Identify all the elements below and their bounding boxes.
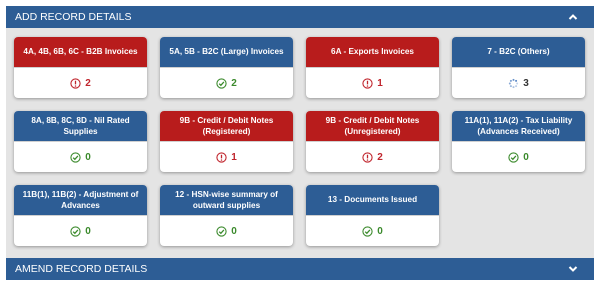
error-icon xyxy=(70,77,81,89)
tile-count: 2 xyxy=(377,151,383,163)
chevron-up-icon[interactable] xyxy=(566,6,580,28)
check-circle-icon xyxy=(70,225,81,237)
tile-count: 0 xyxy=(377,225,383,237)
error-icon xyxy=(362,151,373,163)
section-tile[interactable]: 11A(1), 11A(2) - Tax Liability (Advances… xyxy=(452,111,585,172)
tile-count: 0 xyxy=(85,151,91,163)
tile-count: 3 xyxy=(523,77,529,89)
tile-title: 7 - B2C (Others) xyxy=(452,37,585,67)
tile-title: 12 - HSN-wise summary of outward supplie… xyxy=(160,185,293,215)
check-circle-icon xyxy=(508,151,519,163)
tile-title: 4A, 4B, 6B, 6C - B2B Invoices xyxy=(14,37,147,67)
tile-status: 2 xyxy=(306,141,439,172)
tile-count: 1 xyxy=(231,151,237,163)
tile-title: 11A(1), 11A(2) - Tax Liability (Advances… xyxy=(452,111,585,141)
section-tile[interactable]: 11B(1), 11B(2) - Adjustment of Advances 0 xyxy=(14,185,147,246)
tile-status: 2 xyxy=(160,67,293,98)
amend-record-details-header[interactable]: AMEND RECORD DETAILS xyxy=(6,258,594,280)
check-circle-icon xyxy=(216,225,227,237)
tile-title: 6A - Exports Invoices xyxy=(306,37,439,67)
add-record-details-title: ADD RECORD DETAILS xyxy=(15,11,132,23)
add-record-details-header[interactable]: ADD RECORD DETAILS xyxy=(6,6,594,28)
tile-count: 2 xyxy=(231,77,237,89)
tile-status: 0 xyxy=(14,215,147,246)
processing-icon xyxy=(508,78,519,89)
section-tile[interactable]: 8A, 8B, 8C, 8D - Nil Rated Supplies 0 xyxy=(14,111,147,172)
section-tile[interactable]: 5A, 5B - B2C (Large) Invoices 2 xyxy=(160,37,293,98)
tile-status: 0 xyxy=(14,141,147,172)
section-tile[interactable]: 7 - B2C (Others) 3 xyxy=(452,37,585,98)
tile-count: 1 xyxy=(377,77,383,89)
tile-title: 8A, 8B, 8C, 8D - Nil Rated Supplies xyxy=(14,111,147,141)
error-icon xyxy=(362,77,373,89)
tile-title: 5A, 5B - B2C (Large) Invoices xyxy=(160,37,293,67)
section-tile[interactable]: 4A, 4B, 6B, 6C - B2B Invoices 2 xyxy=(14,37,147,98)
section-tile[interactable]: 12 - HSN-wise summary of outward supplie… xyxy=(160,185,293,246)
amend-record-details-title: AMEND RECORD DETAILS xyxy=(15,263,148,275)
error-icon xyxy=(216,151,227,163)
tile-count: 0 xyxy=(85,225,91,237)
tile-status: 0 xyxy=(306,215,439,246)
check-circle-icon xyxy=(362,225,373,237)
check-circle-icon xyxy=(70,151,81,163)
section-tile[interactable]: 13 - Documents Issued 0 xyxy=(306,185,439,246)
check-circle-icon xyxy=(216,77,227,89)
section-tile[interactable]: 6A - Exports Invoices 1 xyxy=(306,37,439,98)
tile-status: 1 xyxy=(160,141,293,172)
tile-status: 3 xyxy=(452,67,585,98)
tile-title: 9B - Credit / Debit Notes (Unregistered) xyxy=(306,111,439,141)
tile-status: 0 xyxy=(160,215,293,246)
tile-count: 2 xyxy=(85,77,91,89)
section-tile[interactable]: 9B - Credit / Debit Notes (Unregistered)… xyxy=(306,111,439,172)
chevron-down-icon[interactable] xyxy=(566,258,580,280)
tile-title: 13 - Documents Issued xyxy=(306,185,439,215)
section-tile[interactable]: 9B - Credit / Debit Notes (Registered) 1 xyxy=(160,111,293,172)
tile-status: 0 xyxy=(452,141,585,172)
tile-status: 2 xyxy=(14,67,147,98)
tile-count: 0 xyxy=(523,151,529,163)
tile-count: 0 xyxy=(231,225,237,237)
tile-status: 1 xyxy=(306,67,439,98)
tile-title: 11B(1), 11B(2) - Adjustment of Advances xyxy=(14,185,147,215)
tile-title: 9B - Credit / Debit Notes (Registered) xyxy=(160,111,293,141)
